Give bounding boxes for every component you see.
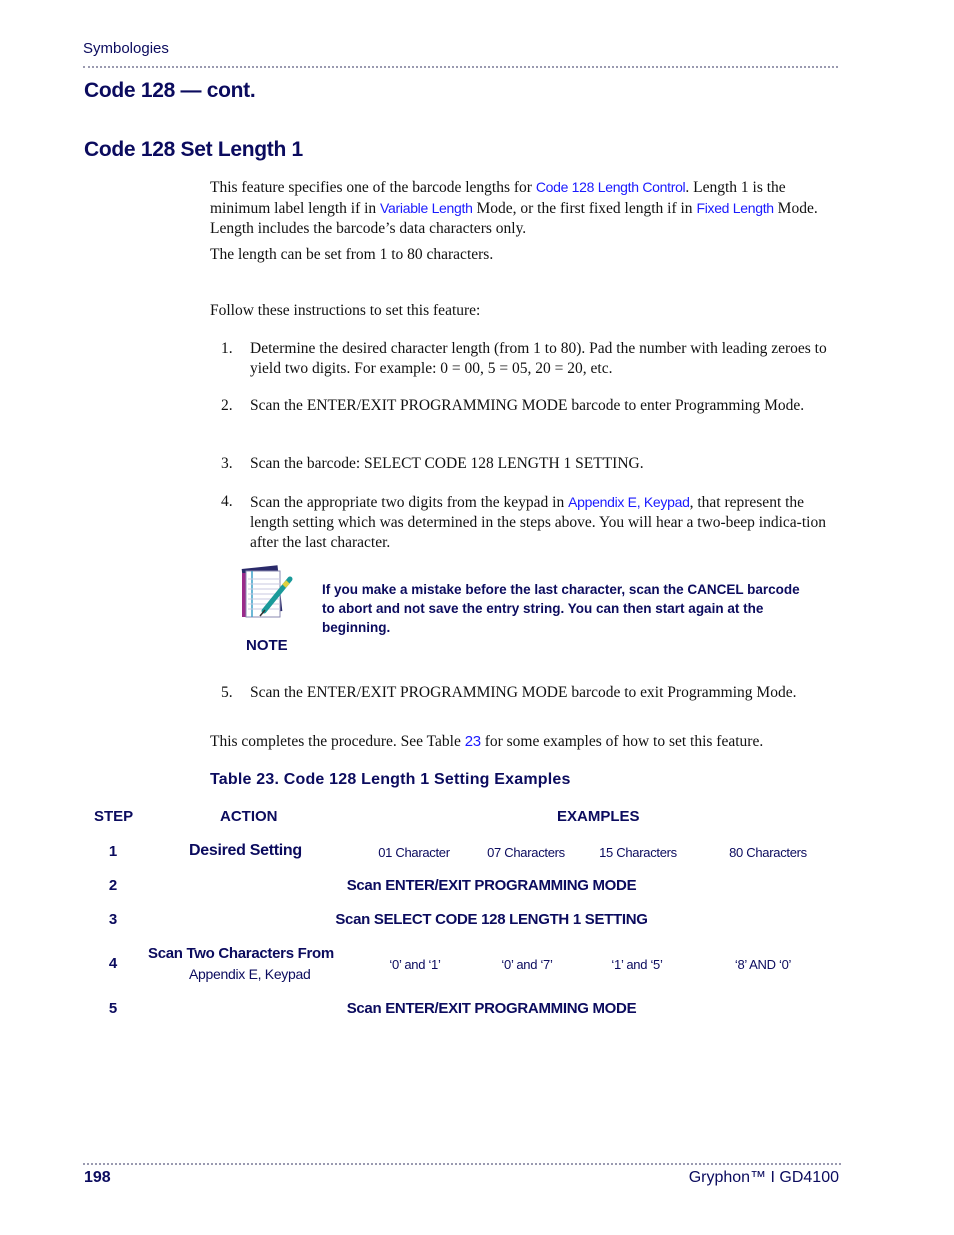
step-number: 3. (221, 455, 233, 472)
section-heading: Code 128 Set Length 1 (84, 138, 303, 161)
row-step: 3 (108, 911, 118, 928)
row-action: Desired Setting (189, 842, 302, 859)
note-text: If you make a mistake before the last ch… (322, 582, 800, 635)
header-step: STEP (94, 808, 134, 825)
step-number: 5. (221, 684, 233, 701)
step-text: Scan the ENTER/EXIT PROGRAMMING MODE bar… (250, 684, 797, 701)
row-example: 80 Characters (729, 845, 807, 860)
notepad-pen-icon (240, 563, 296, 625)
text: Scan the appropriate two digits from the… (250, 494, 569, 511)
table-23-link[interactable]: 23 (465, 733, 481, 750)
row-example: 07 Characters (487, 845, 565, 860)
text: This completes the procedure. See Table (210, 733, 465, 750)
table-title: Table 23. Code 128 Length 1 Setting Exam… (210, 771, 571, 788)
text: This feature specifies one of the barcod… (210, 179, 536, 196)
step-number: 4. (221, 493, 233, 510)
step-number: 2. (221, 397, 233, 414)
header-divider (83, 66, 838, 68)
note-label: NOTE (246, 637, 288, 654)
row-action: Scan ENTER/EXIT PROGRAMMING MODE (346, 877, 637, 894)
row-step: 2 (108, 877, 118, 894)
closing-paragraph: This completes the procedure. See Table … (210, 732, 842, 752)
step-text: Determine the desired character length (… (250, 340, 827, 377)
length-range-paragraph: The length can be set from 1 to 80 chara… (210, 246, 494, 263)
header-examples: EXAMPLES (557, 808, 640, 825)
instructions-intro: Follow these instructions to set this fe… (210, 302, 481, 319)
continued-heading: Code 128 — cont. (84, 79, 256, 102)
header-action: ACTION (220, 808, 278, 825)
text: Mode, or the first fixed length if in (472, 200, 697, 217)
row-action: Scan Two Characters From (148, 945, 334, 962)
row-step: 4 (108, 955, 118, 972)
footer-divider (83, 1163, 841, 1165)
row-action: Scan ENTER/EXIT PROGRAMMING MODE (346, 1000, 637, 1017)
step-text: Scan the appropriate two digits from the… (250, 492, 840, 553)
variable-length-link[interactable]: Variable Length (380, 200, 473, 216)
row-example: ‘8’ AND ‘0’ (734, 957, 792, 972)
row-example: 01 Character (378, 845, 450, 860)
row-step: 1 (108, 843, 118, 860)
row-step: 5 (108, 1000, 118, 1017)
running-head: Symbologies (83, 40, 169, 57)
row-example: 15 Characters (599, 845, 677, 860)
appendix-e-keypad-link[interactable]: Appendix E, Keypad (568, 494, 690, 510)
text: for some examples of how to set this fea… (480, 733, 764, 750)
step-text: Scan the barcode: SELECT CODE 128 LENGTH… (250, 455, 644, 472)
appendix-e-keypad-table-link[interactable]: Appendix E, Keypad (189, 966, 311, 982)
code128-length-control-link[interactable]: Code 128 Length Control (536, 179, 686, 195)
row-example: ‘0’ and ‘1’ (389, 957, 441, 972)
row-example: ‘1’ and ‘5’ (611, 957, 663, 972)
step-text: Scan the ENTER/EXIT PROGRAMMING MODE bar… (250, 397, 805, 414)
row-action: Scan SELECT CODE 128 LENGTH 1 SETTING (335, 911, 648, 928)
intro-paragraph: This feature specifies one of the barcod… (210, 177, 842, 239)
fixed-length-link[interactable]: Fixed Length (696, 200, 774, 216)
row-example: ‘0’ and ‘7’ (501, 957, 553, 972)
step-number: 1. (221, 340, 233, 357)
product-name: Gryphon™ I GD4100 (688, 1169, 839, 1186)
page-number: 198 (84, 1169, 111, 1186)
